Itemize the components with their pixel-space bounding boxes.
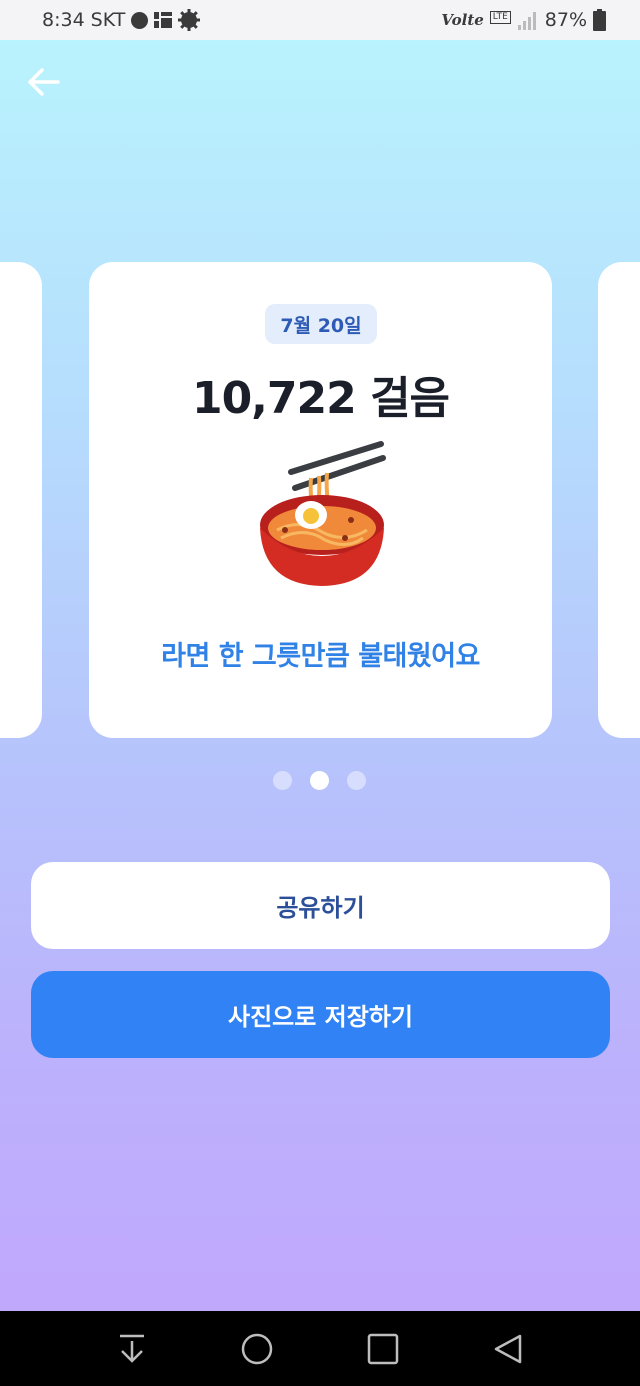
save-as-photo-button[interactable]: 사진으로 저장하기	[31, 971, 610, 1058]
battery-percent: 87%	[544, 9, 587, 31]
step-card: 7월 20일 10,722 걸음 라면 한 그릇만큼 불태웠어요	[89, 262, 552, 738]
back-triangle-icon[interactable]	[493, 1333, 523, 1365]
status-left: 8:34 SKT	[42, 9, 201, 31]
page-dot[interactable]	[273, 771, 292, 790]
signal-strength-icon	[517, 12, 536, 30]
step-count: 10,722 걸음	[191, 373, 450, 424]
next-card[interactable]	[598, 262, 640, 738]
status-bar: 8:34 SKT Volte LTE 87%	[0, 0, 640, 40]
volte-indicator: Volte	[441, 11, 484, 29]
chat-bubble-icon	[131, 11, 149, 29]
lte-indicator: LTE	[489, 10, 511, 24]
page-dot-active[interactable]	[310, 771, 329, 790]
calorie-message: 라면 한 그릇만큼 불태웠어요	[161, 641, 480, 672]
back-arrow-icon	[28, 68, 60, 96]
app-grid-icon	[154, 12, 173, 28]
settings-gear-icon	[178, 9, 201, 31]
date-badge: 7월 20일	[265, 304, 377, 344]
previous-card[interactable]	[0, 262, 42, 738]
recent-apps-icon[interactable]	[367, 1333, 399, 1365]
step-share-screen: 7월 20일 10,722 걸음 라면 한 그릇만큼 불태웠어요 공유하기 사진…	[0, 40, 640, 1311]
back-button[interactable]	[24, 62, 64, 102]
status-carrier: SKT	[90, 9, 126, 31]
status-right: Volte LTE 87%	[441, 9, 606, 31]
share-button[interactable]: 공유하기	[31, 862, 610, 949]
battery-icon	[593, 9, 606, 31]
home-icon[interactable]	[241, 1333, 273, 1365]
system-nav-bar	[0, 1311, 640, 1386]
status-time: 8:34	[42, 9, 85, 31]
download-icon[interactable]	[117, 1333, 147, 1365]
page-indicator	[273, 771, 366, 790]
page-dot[interactable]	[347, 771, 366, 790]
ramen-bowl-icon	[260, 441, 386, 586]
